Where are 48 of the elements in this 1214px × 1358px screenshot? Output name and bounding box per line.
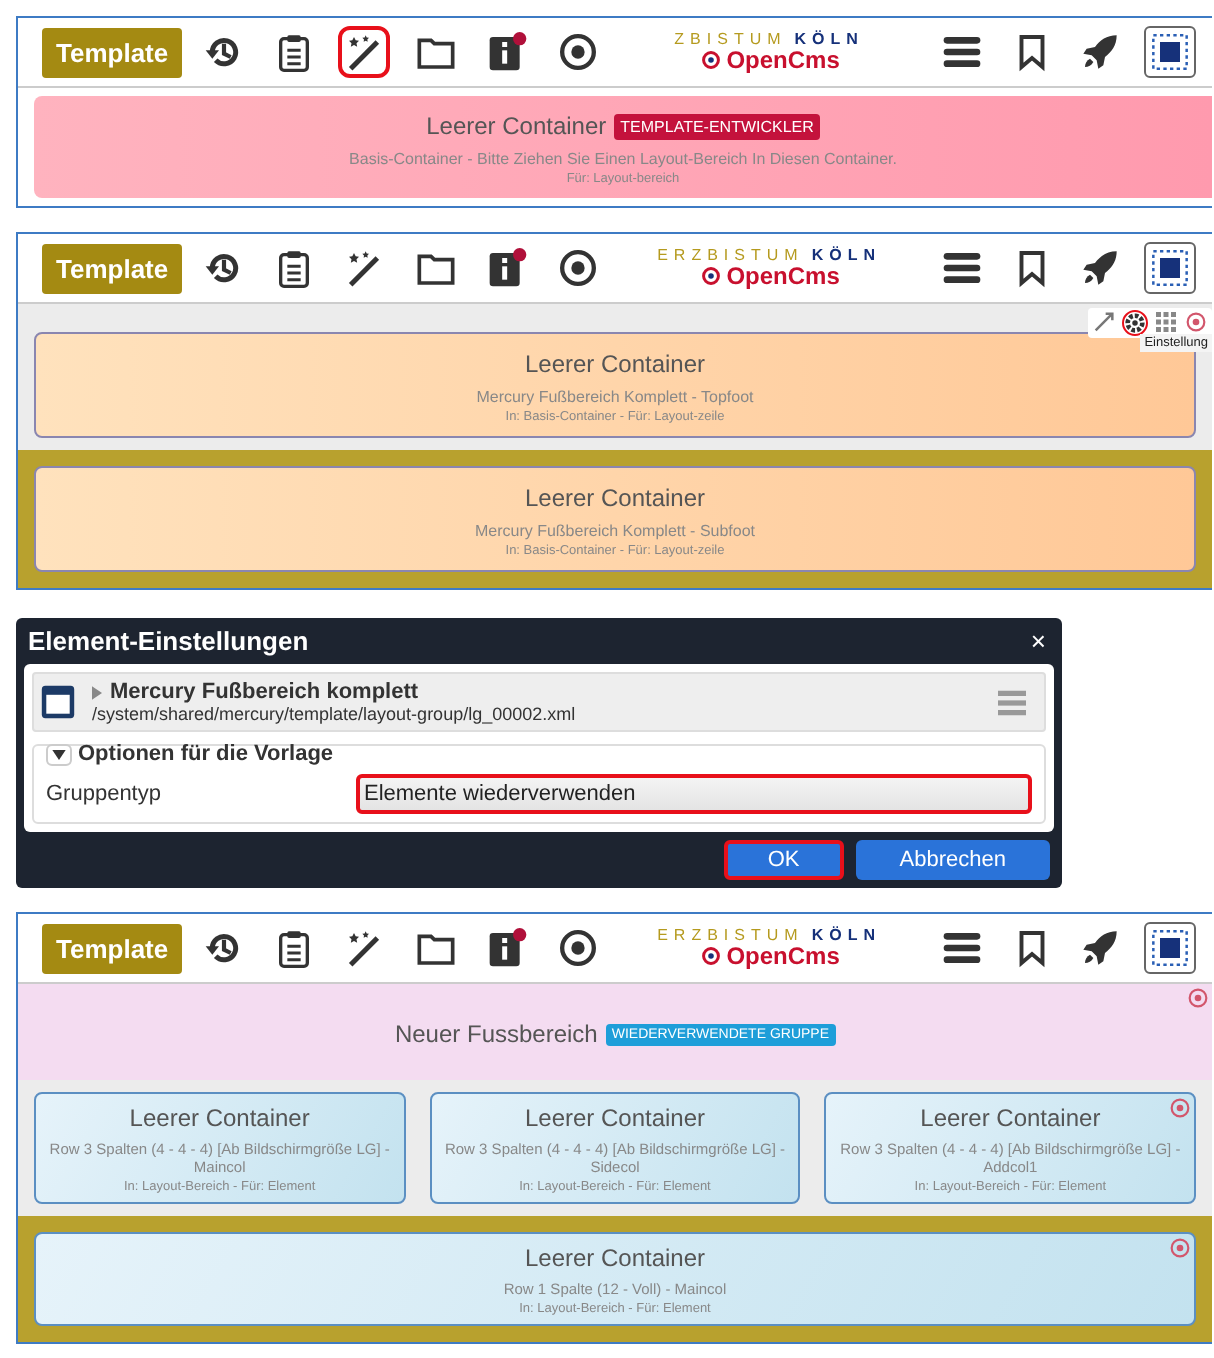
container-title: Leerer Container — [920, 1104, 1101, 1132]
eye-logo-icon — [698, 266, 725, 286]
container-subtitle: Mercury Fußbereich Komplett - Topfoot — [474, 388, 756, 406]
logo-text: ZBISTUM — [674, 32, 787, 48]
circle-icon[interactable] — [1170, 1098, 1191, 1118]
ok-button[interactable]: OK — [723, 840, 844, 880]
container-title: Leerer Container — [129, 1104, 310, 1132]
eye-logo-icon — [698, 50, 725, 70]
circle-icon[interactable] — [1170, 1238, 1190, 1258]
logo-text: KÖLN — [811, 928, 881, 944]
selection-square-icon[interactable] — [1144, 242, 1196, 294]
badge: TEMPLATE-ENTWICKLER — [614, 113, 820, 139]
field-label: Gruppentyp — [46, 782, 163, 806]
cancel-button[interactable]: Abbrechen — [855, 840, 1050, 880]
container-title: Leerer Container — [524, 350, 706, 378]
eye-logo-icon — [698, 946, 725, 966]
logo-text: OpenCms — [726, 944, 840, 968]
template-button[interactable]: Template — [42, 923, 183, 973]
arrow-icon[interactable] — [1092, 310, 1116, 336]
container-title: Leerer Container — [524, 1104, 706, 1132]
logo-text: KÖLN — [794, 32, 864, 48]
container-title: Leerer Container — [426, 112, 607, 140]
logo-text: KÖLN — [811, 248, 881, 264]
resource-path: /system/shared/mercury/template/layout-group/lg_00002.xml — [92, 704, 578, 724]
template-button[interactable]: Template — [42, 243, 183, 293]
toggle-icon[interactable] — [46, 743, 72, 765]
window-icon — [40, 684, 76, 720]
logo-text: OpenCms — [726, 48, 840, 72]
select-field[interactable]: Elemente wiederverwenden — [356, 774, 1032, 814]
container-subtitle: Basis-Container - Bitte Ziehen Sie Einen Layout-Bereich In Diesen Container. — [347, 150, 899, 168]
selection-square-icon[interactable] — [1144, 26, 1196, 78]
fieldset-legend: Optionen für die Vorlage — [78, 742, 334, 766]
logo-text: OpenCms — [726, 264, 840, 288]
logo-text: ERZBISTUM — [657, 248, 804, 264]
container-subtitle: Mercury Fußbereich Komplett - Subfoot — [472, 522, 758, 540]
magic-wand-icon[interactable] — [338, 26, 391, 78]
resource-title: Mercury Fußbereich komplett — [110, 680, 419, 704]
container-title: Neuer Fussbereich — [394, 1020, 598, 1048]
selection-square-icon[interactable] — [1144, 922, 1196, 974]
template-button[interactable]: Template — [42, 27, 183, 77]
close-button[interactable]: × — [1026, 626, 1050, 656]
circle-icon[interactable] — [1184, 310, 1208, 336]
logo-text: ERZBISTUM — [657, 928, 804, 944]
container-title: Leerer Container — [524, 1244, 706, 1272]
dialog-title: Element-Einstellungen — [28, 626, 309, 656]
expand-arrow-icon[interactable] — [92, 685, 102, 699]
circle-icon[interactable] — [1188, 988, 1208, 1008]
container-title: Leerer Container — [524, 484, 706, 512]
